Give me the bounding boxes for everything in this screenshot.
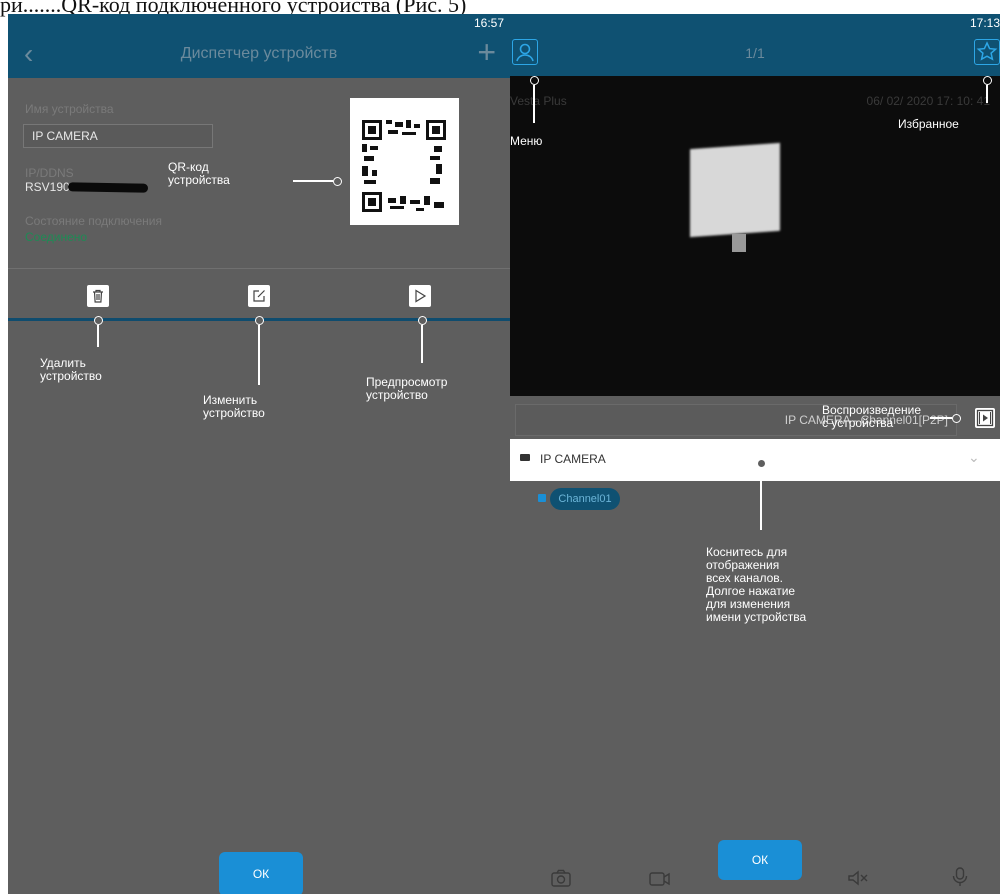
- redaction-mark: [67, 182, 149, 193]
- user-icon: [516, 43, 534, 62]
- status-bar: 17:13: [510, 14, 1000, 32]
- device-name-value: IP CAMERA: [32, 129, 98, 143]
- device-group-header[interactable]: IP CAMERA ⌄: [510, 439, 1000, 481]
- plus-icon[interactable]: +: [477, 34, 496, 71]
- mic-icon[interactable]: [950, 866, 970, 888]
- menu-pointer-dot: [530, 76, 539, 85]
- star-icon: [976, 41, 998, 61]
- qr-pointer-line: [293, 180, 333, 182]
- preview-pointer-dot: [418, 316, 427, 325]
- playback-button[interactable]: [975, 408, 995, 428]
- trash-icon: [93, 289, 103, 303]
- live-view-screen: 17:13 1/1 Vesta Plus 06/ 02/ 2020 17: 10…: [510, 14, 1000, 894]
- favorite-pointer-line: [986, 85, 988, 103]
- status-bar: 16:57: [8, 14, 510, 32]
- device-name-label: Имя устройства: [25, 102, 114, 116]
- chevron-down-icon[interactable]: ⌄: [968, 449, 980, 466]
- ip-label: IP/DDNS: [25, 166, 74, 180]
- play-icon: [415, 289, 427, 303]
- camera-channel-icon: [538, 494, 546, 502]
- qr-annotation: QR-код устройства: [168, 160, 230, 187]
- menu-annotation: Меню: [510, 134, 543, 148]
- playback-pointer-line: [930, 417, 952, 419]
- device-icon: [520, 454, 530, 461]
- favorite-annotation: Избранное: [898, 117, 959, 131]
- camera-label: Vesta Plus: [510, 94, 567, 108]
- menu-pointer-line: [533, 85, 535, 123]
- device-name-field[interactable]: IP CAMERA: [23, 124, 213, 148]
- delete-pointer-line: [97, 325, 99, 347]
- menu-button[interactable]: [512, 39, 538, 65]
- camera-icon[interactable]: [550, 868, 572, 888]
- delete-button[interactable]: [87, 285, 109, 307]
- channel-chip[interactable]: Channel01: [550, 488, 620, 510]
- status-time: 16:57: [473, 16, 504, 30]
- device-manager-screen: 16:57 ‹ Диспетчер устройств + Имя устрой…: [8, 14, 510, 894]
- edit-annotation: Изменить устройство: [203, 393, 265, 420]
- status-time: 17:13: [969, 16, 1000, 30]
- video-small-object: [732, 234, 746, 252]
- favorite-pointer-dot: [983, 76, 992, 85]
- video-bright-object: [690, 142, 780, 238]
- device-group-name: IP CAMERA: [540, 452, 606, 466]
- ok-button[interactable]: ОК: [219, 852, 303, 894]
- playback-annotation: Воспроизведение с устройства: [822, 403, 922, 430]
- ok-button[interactable]: ОК: [718, 840, 802, 880]
- connection-value: Соединено: [25, 230, 88, 244]
- edit-button[interactable]: [248, 285, 270, 307]
- page-title: Диспетчер устройств: [180, 45, 338, 62]
- title-bar: ‹ Диспетчер устройств +: [8, 32, 510, 78]
- channels-pointer-dot: [757, 459, 766, 468]
- preview-button[interactable]: [409, 285, 431, 307]
- playback-icon: [976, 409, 994, 427]
- connection-label: Состояние подключения: [25, 214, 162, 228]
- page-indicator: 1/1: [745, 45, 765, 61]
- delete-annotation: Удалить устройство: [40, 356, 102, 383]
- mute-icon[interactable]: [846, 868, 870, 888]
- qr-pointer-dot: [333, 177, 342, 186]
- edit-pointer-line: [258, 325, 260, 385]
- ip-value: RSV190: [25, 180, 70, 194]
- favorite-button[interactable]: [974, 39, 1000, 65]
- channels-annotation: Коснитесь для отображения всех каналов. …: [706, 545, 807, 624]
- delete-pointer-dot: [94, 316, 103, 325]
- preview-annotation: Предпросмотр устройство: [366, 375, 448, 402]
- playback-pointer-dot: [952, 414, 961, 423]
- preview-pointer-line: [421, 325, 423, 363]
- edit-icon: [253, 290, 265, 302]
- qr-code: [350, 98, 459, 225]
- channels-pointer-line: [760, 468, 762, 530]
- edit-pointer-dot: [255, 316, 264, 325]
- video-timestamp: 06/ 02/ 2020 17: 10: 41: [866, 94, 990, 108]
- record-icon[interactable]: [648, 868, 672, 888]
- divider: [8, 268, 510, 269]
- top-bar: 1/1: [510, 32, 1000, 76]
